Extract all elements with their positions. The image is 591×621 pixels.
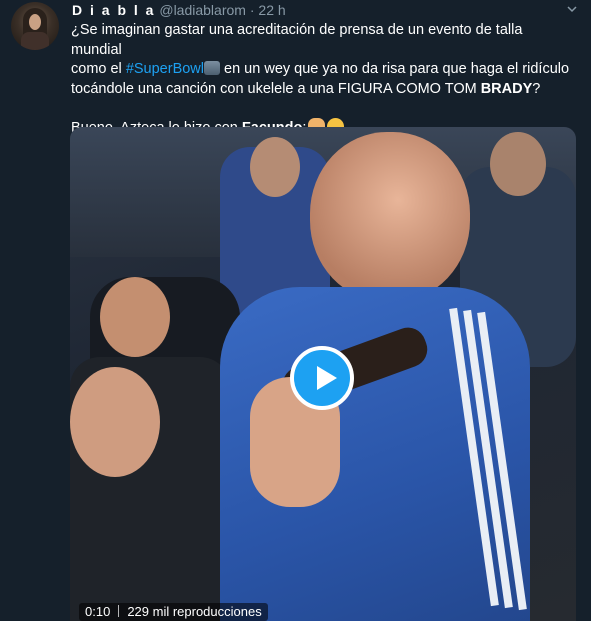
video-info-overlay: 0:10 229 mil reproducciones <box>79 603 268 621</box>
hashtag-superbowl[interactable]: #SuperBowl <box>126 61 204 77</box>
crowd-shape <box>250 137 300 197</box>
play-button[interactable] <box>290 346 354 410</box>
text-line-3a: tocándole una canción con ukelele a una … <box>71 80 481 97</box>
video-elapsed: 0:10 <box>85 604 111 619</box>
play-icon <box>317 366 337 390</box>
singer-head <box>310 132 470 302</box>
video-views: 229 mil reproducciones <box>127 604 262 619</box>
crowd-shape <box>70 367 160 477</box>
text-brady: BRADY <box>480 80 533 97</box>
tweet[interactable]: D i a b l a @ladiablarom · 22 h ¿Se imag… <box>0 0 591 621</box>
display-name[interactable]: D i a b l a <box>72 2 155 18</box>
text-line-3b: ? <box>532 80 541 97</box>
chevron-down-icon[interactable] <box>567 4 577 14</box>
separator-dot: · <box>249 2 255 18</box>
crowd-shape <box>100 277 170 357</box>
tweet-text: ¿Se imaginan gastar una acreditación de … <box>71 21 571 139</box>
text-line-2b: en un wey que ya no da risa para que hag… <box>220 61 570 77</box>
text-line-2a: como el <box>71 61 126 77</box>
timestamp[interactable]: 22 h <box>258 2 285 18</box>
video-player[interactable] <box>70 127 576 621</box>
superbowl-hashflag-icon <box>204 61 220 75</box>
user-handle[interactable]: @ladiablarom <box>159 2 246 18</box>
avatar[interactable] <box>11 2 59 50</box>
crowd-shape <box>490 132 546 196</box>
tweet-header: D i a b l a @ladiablarom · 22 h <box>72 2 286 20</box>
text-line-1: ¿Se imaginan gastar una acreditación de … <box>71 22 523 58</box>
